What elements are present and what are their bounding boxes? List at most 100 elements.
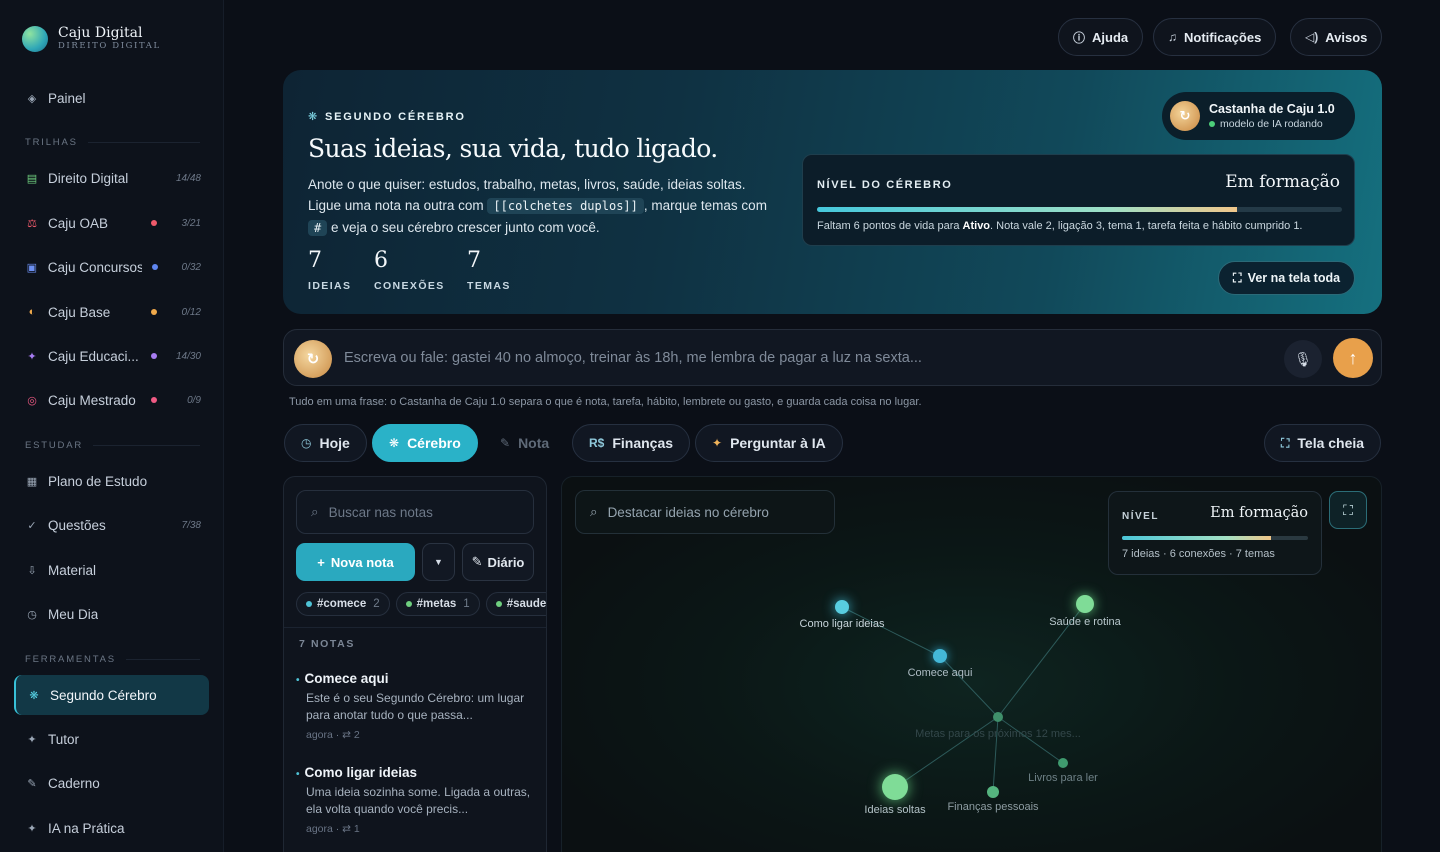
target-icon: ◎ — [27, 394, 37, 407]
sidebar-item-label: Caderno — [48, 775, 100, 791]
sidebar-item-painel[interactable]: ◈ Painel — [14, 78, 209, 118]
book-icon: ▤ — [26, 172, 38, 185]
send-button[interactable]: ↑ — [1333, 338, 1373, 378]
graph-node-metas[interactable] — [993, 712, 1003, 722]
sparkle-icon: ✦ — [27, 822, 37, 835]
sidebar-item-tutor[interactable]: ✦ Tutor — [14, 719, 209, 759]
diary-button[interactable]: ✎ Diário — [462, 543, 534, 581]
graph-node-como-ligar-ideias[interactable] — [835, 600, 849, 614]
note-preview: Uma ideia sozinha some. Ligada a outras,… — [306, 785, 531, 816]
tab-financas[interactable]: R$ Finanças — [572, 424, 691, 462]
tag-filter-list: #comece 2 #metas 1 #saude — [296, 592, 547, 616]
stat-connections: 6 CONEXÕES — [374, 248, 445, 292]
graph-expand-button[interactable]: ⛶ — [1329, 491, 1367, 529]
quick-capture-input[interactable]: Escreva ou fale: gastei 40 no almoço, tr… — [344, 350, 922, 366]
sidebar-item-label: Tutor — [48, 731, 80, 747]
expand-icon: ⛶ — [1281, 435, 1290, 450]
view-fullscreen-button[interactable]: ⛶ Ver na tela toda — [1218, 261, 1355, 295]
tab-hoje[interactable]: ◷ Hoje — [284, 424, 367, 462]
sidebar-item-questoes[interactable]: ✓ Questões 7/38 — [14, 505, 209, 545]
sidebar-item-caju-concursos[interactable]: ▣ Caju Concursos 0/32 — [14, 247, 209, 287]
graph-node-ideias-soltas[interactable] — [882, 774, 908, 800]
tab-cerebro[interactable]: ❋ Cérebro — [372, 424, 478, 462]
notices-button[interactable]: ◁) Avisos — [1290, 18, 1383, 56]
graph-highlight-search[interactable]: ⌕ Destacar ideias no cérebro — [575, 490, 835, 534]
sidebar-item-caju-mestrado[interactable]: ◎ Caju Mestrado 0/9 — [14, 380, 209, 420]
bell-icon: ♫ — [1168, 30, 1177, 44]
graph-node-livros-para-ler[interactable] — [1058, 758, 1068, 768]
brain-graph-panel[interactable]: ⌕ Destacar ideias no cérebro NÍVEL Em fo… — [561, 476, 1382, 852]
tag-chip-saude[interactable]: #saude — [485, 592, 547, 616]
microphone-button[interactable]: 🎙 — [1284, 340, 1322, 378]
currency-icon: R$ — [589, 436, 605, 450]
stat-label: TEMAS — [467, 280, 511, 292]
note-title: • Comece aqui — [296, 671, 536, 686]
brain-level-value: Em formação — [1225, 172, 1340, 192]
note-title-text: Comece aqui — [304, 671, 389, 686]
sidebar-item-caju-base[interactable]: ◐ Caju Base 0/12 — [14, 292, 209, 332]
tag-chip-metas[interactable]: #metas 1 — [395, 592, 480, 616]
stat-value: 7 — [467, 248, 481, 273]
notifications-label: Notificações — [1184, 29, 1262, 45]
diamond-icon: ◈ — [27, 92, 37, 105]
tag-chip-comece[interactable]: #comece 2 — [296, 592, 390, 616]
bullet-icon: • — [296, 675, 300, 686]
question-icon: ⓘ — [1073, 30, 1086, 45]
status-dot — [151, 264, 158, 270]
model-status-text: modelo de IA rodando — [1220, 118, 1323, 130]
graph-edge — [841, 606, 941, 657]
expand-icon: ⛶ — [1232, 270, 1242, 285]
sidebar-item-caju-oab[interactable]: ⚖ Caju OAB 3/21 — [14, 203, 209, 243]
sidebar-item-caderno[interactable]: ✎ Caderno — [14, 763, 209, 803]
brand[interactable]: Caju Digital DIREITO DIGITAL — [22, 26, 161, 52]
graph-edge — [939, 655, 999, 718]
search-placeholder: Destacar ideias no cérebro — [607, 504, 769, 520]
progress-count: 14/48 — [175, 172, 201, 184]
tab-perguntar-ia[interactable]: ✦ Perguntar à IA — [695, 424, 843, 462]
hero-title: Suas ideias, sua vida, tudo ligado. — [308, 134, 718, 163]
brain-level-note: Faltam 6 pontos de vida para Ativo. Nota… — [817, 220, 1303, 232]
sidebar-item-label: Caju OAB — [48, 215, 109, 231]
notifications-button[interactable]: ♫ Notificações — [1153, 18, 1277, 56]
sidebar-item-material[interactable]: ⇩ Material — [14, 550, 209, 590]
new-note-button[interactable]: + Nova nota — [296, 543, 415, 581]
tab-fullscreen-button[interactable]: ⛶ Tela cheia — [1264, 424, 1382, 462]
chevron-down-icon: ▼ — [434, 557, 443, 567]
stat-ideas: 7 IDEIAS — [308, 248, 351, 292]
sidebar-item-label: IA na Prática — [48, 820, 125, 836]
sidebar-item-segundo-cerebro[interactable]: ❋ Segundo Cérebro — [14, 675, 209, 715]
graph-node-comece-aqui[interactable] — [933, 649, 947, 663]
sidebar-item-ia-na-pratica[interactable]: ✦ IA na Prática — [14, 808, 209, 848]
list-item[interactable]: • Como ligar ideias Uma ideia sozinha som… — [296, 765, 536, 835]
sidebar-item-meu-dia[interactable]: ◷ Meu Dia — [14, 594, 209, 634]
sidebar-item-label: Questões — [48, 517, 106, 533]
graph-level-summary: 7 ideias · 6 conexões · 7 temas — [1122, 548, 1275, 560]
note-title: • Como ligar ideias — [296, 765, 536, 780]
sidebar-item-label: Direito Digital — [48, 170, 129, 186]
graph-node-label: Metas para os próximos 12 mes... — [915, 728, 1081, 740]
tab-nota[interactable]: ✎ Nota — [483, 424, 566, 462]
help-button[interactable]: ⓘ Ajuda — [1058, 18, 1144, 56]
asterisk-icon: ❋ — [29, 689, 39, 702]
tab-label: Cérebro — [407, 435, 461, 451]
sparkle-icon: ✦ — [712, 436, 723, 450]
status-dot — [151, 397, 157, 403]
notes-search-input[interactable]: ⌕ Buscar nas notas — [296, 490, 534, 534]
list-item[interactable]: • Comece aqui Este é o seu Segundo Cérebr… — [296, 671, 536, 741]
new-note-dropdown-button[interactable]: ▼ — [422, 543, 455, 581]
graph-node-financas-pessoais[interactable] — [987, 786, 999, 798]
notices-label: Avisos — [1325, 29, 1368, 45]
building-icon: ▣ — [26, 261, 38, 274]
graph-node-label: Ideias soltas — [864, 804, 926, 816]
arrow-up-icon: ↑ — [1348, 347, 1358, 368]
brain-level-card: NÍVEL DO CÉREBRO Em formação Faltam 6 po… — [802, 154, 1355, 246]
graph-node-saude-e-rotina[interactable] — [1076, 595, 1094, 613]
sidebar-item-plano-de-estudo[interactable]: ▦ Plano de Estudo — [14, 461, 209, 501]
quick-capture-bar[interactable]: ↻ Escreva ou fale: gastei 40 no almoço, … — [283, 329, 1382, 386]
sidebar-item-direito-digital[interactable]: ▤ Direito Digital 14/48 — [14, 158, 209, 198]
sidebar-item-caju-educacao[interactable]: ✦ Caju Educaci... 14/30 — [14, 336, 209, 376]
model-status-pill[interactable]: ↻ Castanha de Caju 1.0 modelo de IA roda… — [1162, 92, 1355, 140]
graph-node-label: Comece aqui — [907, 667, 973, 679]
tag-label: #saude — [506, 598, 547, 610]
note-meta: agora · ⇄ 1 — [306, 823, 360, 835]
